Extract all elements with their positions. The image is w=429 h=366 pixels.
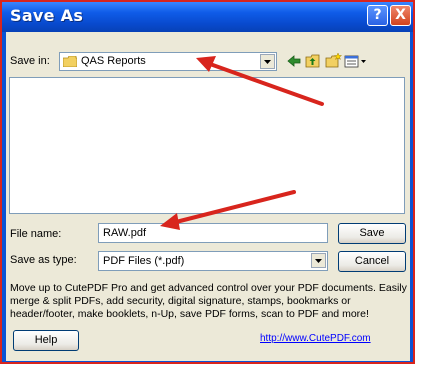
file-name-value: RAW.pdf: [103, 227, 146, 239]
folder-icon: [63, 56, 77, 67]
cancel-button[interactable]: Cancel: [338, 251, 406, 272]
save-in-dropdown-arrow[interactable]: [260, 54, 275, 69]
title-bar[interactable]: Save As ? X: [2, 2, 413, 32]
save-as-type-value: PDF Files (*.pdf): [103, 255, 185, 267]
view-menu-icon[interactable]: [344, 52, 368, 70]
help-button[interactable]: Help: [13, 330, 79, 351]
save-in-value: QAS Reports: [81, 55, 146, 67]
chevron-down-icon: [264, 60, 271, 64]
save-in-dropdown[interactable]: QAS Reports: [59, 52, 277, 71]
promo-text: Move up to CutePDF Pro and get advanced …: [10, 282, 407, 320]
back-arrow-icon[interactable]: [285, 52, 303, 70]
cutepdf-link[interactable]: http://www.CutePDF.com: [260, 333, 371, 344]
file-name-input[interactable]: RAW.pdf: [98, 223, 328, 243]
new-folder-icon[interactable]: [324, 52, 342, 70]
file-list[interactable]: [9, 77, 405, 214]
save-as-type-dropdown-arrow[interactable]: [311, 253, 326, 268]
chevron-down-icon: [315, 259, 322, 263]
save-in-label: Save in:: [10, 55, 50, 67]
save-as-dialog: Save As ? X Save in: QAS Reports File na…: [0, 0, 415, 364]
up-folder-icon[interactable]: [304, 52, 322, 70]
save-as-type-label: Save as type:: [10, 254, 77, 266]
save-as-type-dropdown[interactable]: PDF Files (*.pdf): [98, 251, 328, 271]
help-title-button[interactable]: ?: [367, 5, 388, 26]
file-name-label: File name:: [10, 228, 62, 240]
close-button[interactable]: X: [390, 5, 411, 26]
dialog-body: Save in: QAS Reports File name: RAW.pdf …: [6, 32, 410, 361]
save-button[interactable]: Save: [338, 223, 406, 244]
window-title: Save As: [10, 6, 84, 25]
